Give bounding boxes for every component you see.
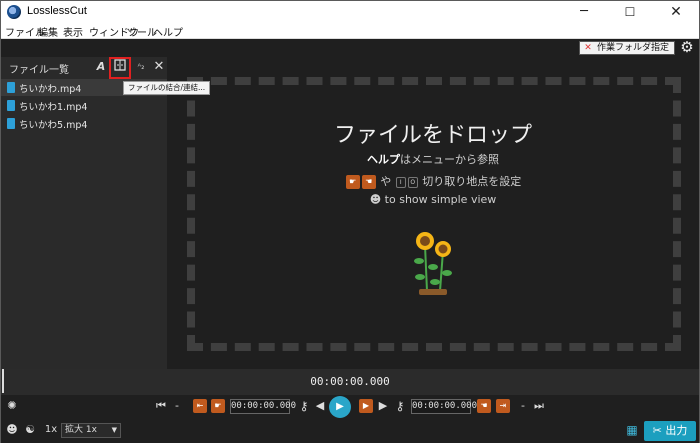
working-directory-button[interactable]: ✕ 作業フォルダ指定 bbox=[579, 41, 675, 55]
settings-cog-icon[interactable]: ✺ bbox=[5, 399, 19, 413]
close-button[interactable]: ✕ bbox=[653, 1, 699, 23]
drop-cut-hint: ☛ ☚ や IO 切り取り地点を設定 bbox=[167, 173, 699, 189]
export-label: 出力 bbox=[665, 424, 688, 437]
jump-end-icon[interactable]: ⏭ bbox=[533, 399, 545, 413]
drop-area[interactable]: ファイルをドロップ ヘルプはメニューから参照 ☛ ☚ や IO 切り取り地点を設定… bbox=[167, 57, 699, 369]
sunflower-image bbox=[414, 232, 452, 295]
step-forward-icon[interactable]: ▶ bbox=[378, 399, 388, 413]
app-logo-icon bbox=[7, 5, 21, 19]
sort-az-icon[interactable]: ᴬ₂ bbox=[133, 59, 149, 75]
file-name: ちいかわ1.mp4 bbox=[19, 102, 88, 113]
baby-icon: ☻ bbox=[369, 193, 382, 206]
file-list-title: ファイル一覧 bbox=[9, 65, 69, 76]
dash-label: - bbox=[175, 399, 179, 412]
merge-button-highlight bbox=[109, 57, 131, 79]
file-icon bbox=[7, 82, 15, 93]
cut-end-hand-icon: ☚ bbox=[361, 175, 376, 189]
zoom-value: 拡大 1x bbox=[65, 425, 97, 435]
file-name: ちいかわ.mp4 bbox=[19, 84, 82, 95]
playback-speed[interactable]: 1x bbox=[43, 423, 59, 437]
file-list-item[interactable]: ちいかわ5.mp4 bbox=[1, 115, 167, 132]
timeline[interactable]: 00:00:00.000 bbox=[1, 369, 699, 395]
working-directory-label: 作業フォルダ指定 bbox=[597, 43, 670, 53]
title-bar: LosslessCut ─ ☐ ✕ bbox=[1, 1, 699, 23]
file-list-item[interactable]: ちいかわ1.mp4 bbox=[1, 97, 167, 114]
step-back-icon[interactable]: ◀ bbox=[315, 399, 325, 413]
sort-alpha-icon[interactable]: A bbox=[93, 59, 109, 75]
drop-title: ファイルをドロップ bbox=[333, 123, 532, 148]
top-toolbar: ✕ 作業フォルダ指定 ⚙ bbox=[1, 39, 699, 57]
key-end-icon[interactable]: ⚷ bbox=[391, 399, 409, 413]
key-start-icon[interactable]: ⚷ bbox=[295, 399, 313, 413]
help-rest-text: はメニューから参照 bbox=[400, 153, 499, 166]
cut-start-hand-icon: ☛ bbox=[345, 175, 360, 189]
jump-cut-end-button[interactable]: ⇥ bbox=[496, 399, 510, 413]
help-bold-text: ヘルプ bbox=[367, 153, 400, 166]
close-batch-icon[interactable]: ✕ bbox=[151, 59, 167, 75]
cut-start-time-input[interactable]: 00:00:00.000 bbox=[230, 399, 296, 414]
calendar-icon[interactable]: ▦ bbox=[625, 423, 639, 437]
app-window: LosslessCut ─ ☐ ✕ ファイル 編集 表示 ウィンドウ ツール ヘ… bbox=[0, 0, 700, 443]
simple-view-text: to show simple view bbox=[384, 193, 497, 206]
jump-cut-start-button[interactable]: ⇤ bbox=[193, 399, 207, 413]
menu-help[interactable]: ヘルプ bbox=[153, 24, 183, 39]
minimize-button[interactable]: ─ bbox=[561, 1, 607, 23]
bottom-bar: ☻ ☯ 1x 拡大 1x ▼ ▦ ✂ 出力 bbox=[1, 419, 699, 443]
menu-edit[interactable]: 編集 bbox=[38, 24, 58, 39]
simple-mode-icon[interactable]: ☻ bbox=[5, 423, 19, 437]
menu-view[interactable]: 表示 bbox=[63, 24, 83, 39]
simple-view-hint: ☻ to show simple view bbox=[167, 193, 699, 206]
current-timecode: 00:00:00.000 bbox=[310, 375, 390, 388]
cut-or-text: や bbox=[380, 175, 392, 188]
key-o: O bbox=[407, 176, 418, 188]
window-title: LosslessCut bbox=[27, 5, 87, 17]
cut-rest-text: 切り取り地点を設定 bbox=[422, 175, 522, 188]
dash-label: - bbox=[521, 399, 525, 412]
merge-tooltip: ファイルの結合/連結... bbox=[123, 81, 211, 95]
play-button[interactable]: ▶ bbox=[329, 396, 351, 418]
export-button[interactable]: ✂ 出力 bbox=[644, 421, 696, 441]
maximize-button[interactable]: ☐ bbox=[607, 1, 653, 23]
file-name: ちいかわ5.mp4 bbox=[19, 120, 88, 131]
jump-start-icon[interactable]: ⏮ bbox=[155, 399, 167, 413]
settings-gear-icon[interactable]: ⚙ bbox=[679, 39, 695, 55]
menu-bar: ファイル 編集 表示 ウィンドウ ツール ヘルプ bbox=[1, 23, 699, 39]
play-segment-button[interactable]: ▶ bbox=[359, 399, 373, 413]
chevron-down-icon: ▼ bbox=[111, 426, 117, 434]
file-icon bbox=[7, 100, 15, 111]
key-i: I bbox=[395, 176, 406, 188]
yin-yang-icon[interactable]: ☯ bbox=[23, 423, 37, 437]
scissors-icon: ✂ bbox=[652, 424, 662, 437]
clear-workdir-icon[interactable]: ✕ bbox=[582, 42, 594, 54]
playback-controls: ✺ ⏮ - ⇤ ☛ 00:00:00.000 ⚷ ◀ ▶ ▶ ▶ ⚷ 00:00… bbox=[1, 395, 699, 419]
cut-end-time-input[interactable]: 00:00:00.000 bbox=[411, 399, 477, 414]
set-cut-start-button[interactable]: ☛ bbox=[211, 399, 225, 413]
zoom-select[interactable]: 拡大 1x ▼ bbox=[61, 423, 121, 438]
drop-help-text: ヘルプはメニューから参照 bbox=[167, 151, 699, 167]
file-icon bbox=[7, 118, 15, 129]
file-list-panel: ファイル一覧 A ᴬ₂ ✕ ファイルの結合/連結... ちいかわ.mp4 ちいか… bbox=[1, 57, 211, 369]
set-cut-end-button[interactable]: ☚ bbox=[477, 399, 491, 413]
